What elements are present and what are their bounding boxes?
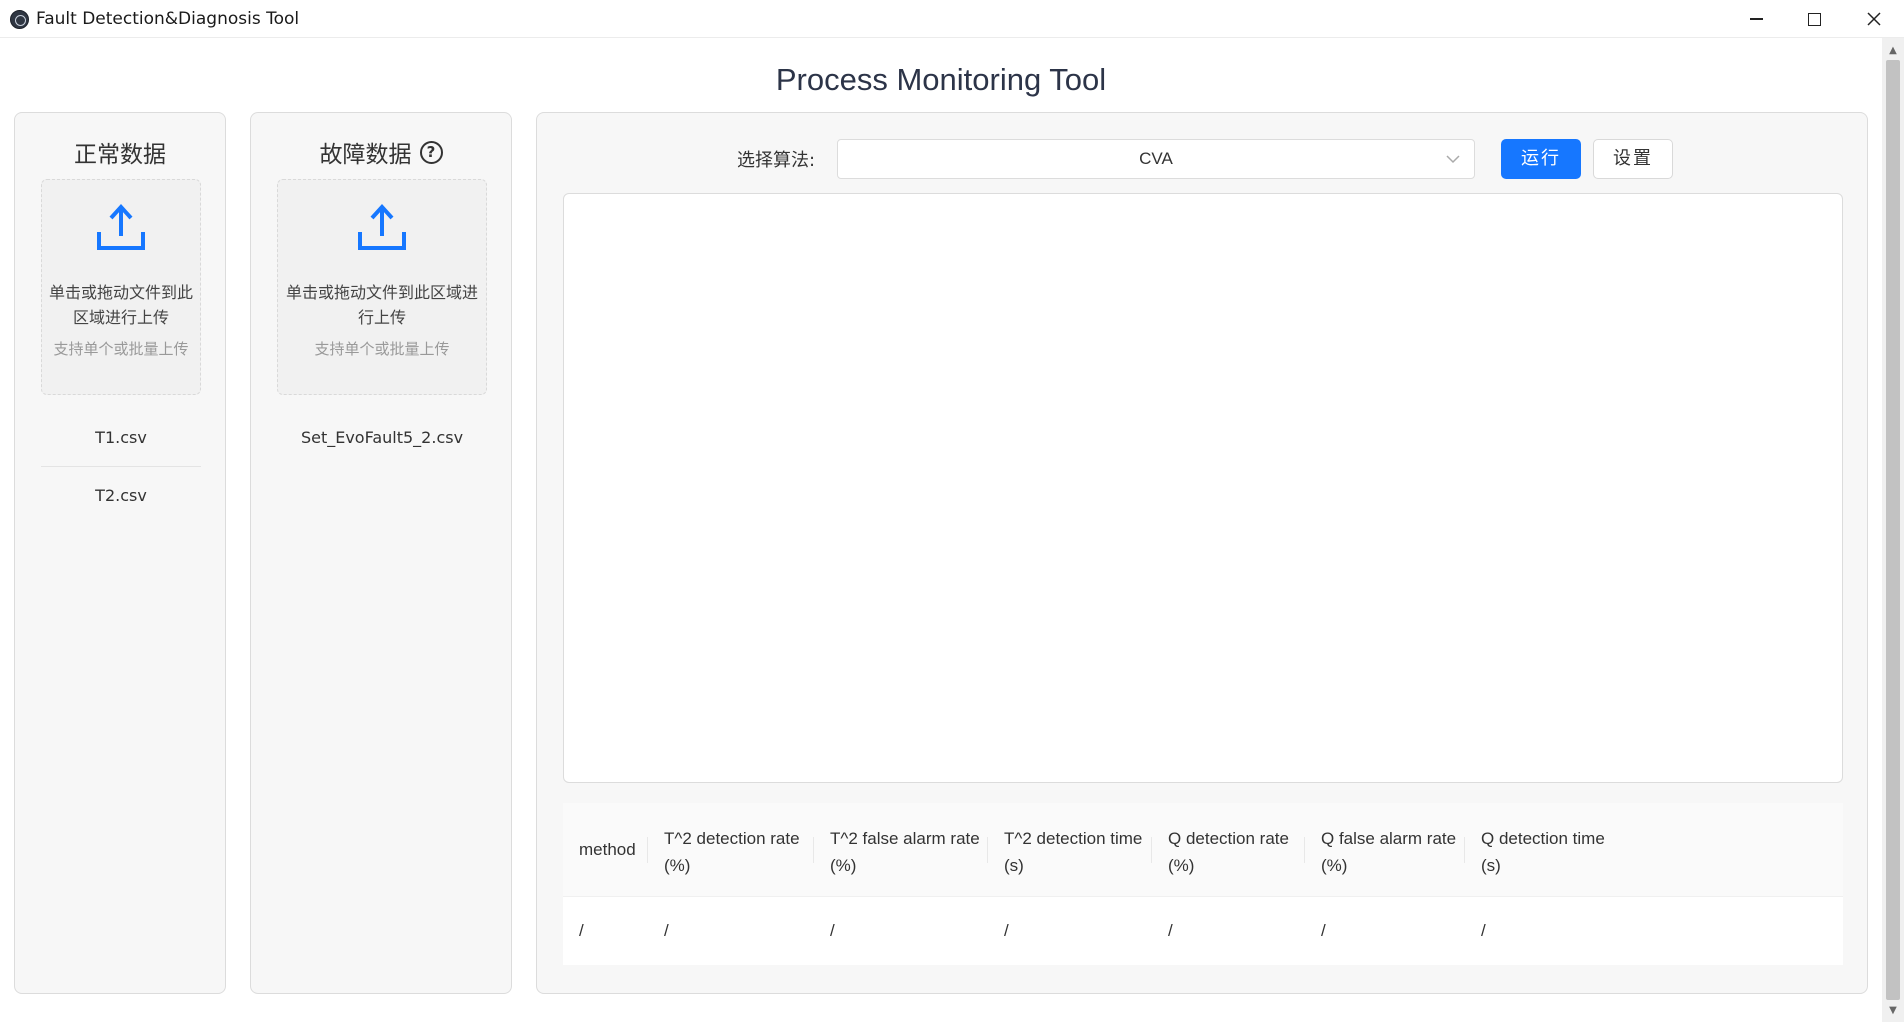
- app-logo-icon: [10, 10, 29, 29]
- normal-data-title: 正常数据: [74, 142, 166, 168]
- column-header-q-detection-time: Q detection time (s): [1481, 829, 1605, 875]
- column-header-t2-false-alarm-rate: T^2 false alarm rate (%): [830, 829, 980, 875]
- close-button[interactable]: [1845, 0, 1903, 38]
- table-cell-t2-detection-rate: /: [664, 921, 669, 940]
- column-header-q-detection-rate: Q detection rate (%): [1168, 829, 1289, 875]
- scroll-up-arrow-icon[interactable]: ▲: [1882, 40, 1904, 60]
- table-cell-q-detection-time: /: [1481, 921, 1486, 940]
- column-separator: [1151, 837, 1152, 863]
- fault-data-panel: 故障数据 ? 单击或拖动文件到此区域进行上传 支持单个或批量上传 Set_Evo…: [250, 112, 512, 994]
- table-cell-method: /: [579, 921, 584, 940]
- column-header-q-false-alarm-rate: Q false alarm rate (%): [1321, 829, 1457, 875]
- table-cell-t2-detection-time: /: [1004, 921, 1009, 940]
- minimize-button[interactable]: [1727, 0, 1785, 38]
- algorithm-label: 选择算法:: [737, 150, 816, 171]
- fault-data-heading: 故障数据 ?: [251, 135, 511, 169]
- column-separator: [813, 837, 814, 863]
- maximize-button[interactable]: [1785, 0, 1843, 38]
- table-cell-q-false-alarm-rate: /: [1321, 921, 1326, 940]
- chevron-down-icon: [1446, 155, 1460, 164]
- minimize-icon: [1749, 18, 1763, 20]
- dropzone-text: 单击或拖动文件到此区域进行上传: [285, 283, 478, 327]
- run-button[interactable]: 运行: [1501, 139, 1581, 179]
- window-title: Fault Detection&Diagnosis Tool: [36, 9, 300, 29]
- settings-button[interactable]: 设置: [1593, 139, 1673, 179]
- table-cell-q-detection-rate: /: [1168, 921, 1173, 940]
- monitoring-panel: 选择算法: CVA 运行 设置 method T^2 detection rat…: [536, 112, 1868, 994]
- scroll-down-arrow-icon[interactable]: ▼: [1882, 1000, 1904, 1020]
- results-table: method T^2 detection rate (%) T^2 false …: [563, 803, 1843, 965]
- table-cell-t2-false-alarm-rate: /: [830, 921, 835, 940]
- scrollbar-thumb[interactable]: [1886, 60, 1900, 1000]
- column-separator: [987, 837, 988, 863]
- column-header-t2-detection-rate: T^2 detection rate (%): [664, 829, 800, 875]
- main-content: Process Monitoring Tool 正常数据 单击或拖动文件到此区域…: [0, 38, 1882, 1022]
- normal-upload-dropzone[interactable]: 单击或拖动文件到此区域进行上传 支持单个或批量上传: [41, 179, 201, 395]
- algorithm-select-value: CVA: [1139, 149, 1173, 168]
- close-icon: [1867, 12, 1881, 26]
- column-separator: [647, 837, 648, 863]
- fault-data-title: 故障数据: [319, 142, 412, 168]
- normal-data-heading: 正常数据: [15, 135, 225, 169]
- window-titlebar: Fault Detection&Diagnosis Tool: [0, 0, 1904, 38]
- maximize-icon: [1807, 12, 1821, 26]
- chart-area: [563, 193, 1843, 783]
- vertical-scrollbar[interactable]: ▲ ▼: [1882, 38, 1904, 1022]
- fault-upload-dropzone[interactable]: 单击或拖动文件到此区域进行上传 支持单个或批量上传: [277, 179, 487, 395]
- upload-icon: [358, 204, 406, 250]
- column-separator: [1304, 837, 1305, 863]
- column-header-method: method: [579, 840, 636, 859]
- dropzone-hint: 支持单个或批量上传: [314, 340, 450, 358]
- help-icon[interactable]: ?: [419, 140, 443, 164]
- table-header: method T^2 detection rate (%) T^2 false …: [563, 803, 1843, 897]
- file-item-fault[interactable]: Set_EvoFault5_2.csv: [277, 409, 487, 467]
- file-item-t2[interactable]: T2.csv: [41, 467, 201, 525]
- file-item-t1[interactable]: T1.csv: [41, 409, 201, 467]
- column-header-t2-detection-time: T^2 detection time (s): [1004, 829, 1143, 875]
- upload-icon: [97, 204, 145, 250]
- page-title: Process Monitoring Tool: [775, 62, 1107, 97]
- dropzone-hint: 支持单个或批量上传: [53, 340, 189, 358]
- algorithm-select[interactable]: CVA: [837, 139, 1475, 179]
- dropzone-text: 单击或拖动文件到此区域进行上传: [48, 283, 193, 327]
- column-separator: [1464, 837, 1465, 863]
- normal-data-panel: 正常数据 单击或拖动文件到此区域进行上传 支持单个或批量上传 T1.csv T2…: [14, 112, 226, 994]
